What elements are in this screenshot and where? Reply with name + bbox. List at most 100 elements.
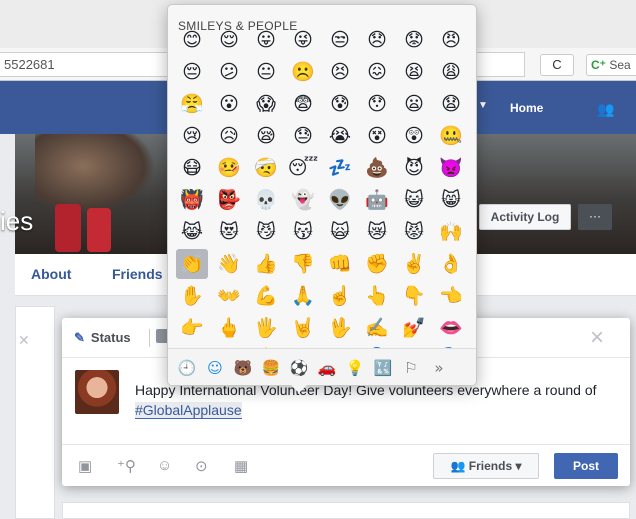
emoji-item[interactable]: 👉 [176,313,208,343]
emoji-item[interactable]: 😵 [361,121,393,151]
feeling-icon[interactable]: ☺ [157,457,172,474]
emoji-item[interactable]: 👻 [287,185,319,215]
location-icon[interactable]: ⊙ [195,457,208,475]
emoji-item[interactable]: 👎 [287,249,319,279]
emoji-item[interactable]: 🖐️ [250,313,282,343]
emoji-item[interactable]: 😿 [361,217,393,247]
animals-icon[interactable]: 🐻 [232,357,254,379]
emoji-item[interactable]: 👺 [213,185,245,215]
emoji-item[interactable]: ✍️ [361,313,393,343]
home-link[interactable]: Home [510,101,543,115]
emoji-item[interactable]: 😫 [398,57,430,87]
emoji-item[interactable]: 😹 [176,217,208,247]
sports-icon[interactable]: ⚽ [288,357,310,379]
emoji-item[interactable]: 💩 [361,153,393,183]
emoji-item[interactable]: 😷 [176,153,208,183]
tag-friends-icon[interactable]: ⁺⚲ [117,457,136,475]
emoji-item[interactable]: 💪 [250,281,282,311]
emoji-item[interactable]: 🤖 [361,185,393,215]
emoji-item[interactable]: 😠 [435,25,467,55]
emoji-item[interactable]: 😽 [287,217,319,247]
emoji-item[interactable]: 😲 [398,121,430,151]
emoji-item[interactable]: 🤒 [213,153,245,183]
emoji-item[interactable]: 😮 [213,89,245,119]
emoji-item[interactable]: 😩 [435,57,467,87]
friend-requests-icon[interactable]: 👥 [597,101,614,118]
emoji-item[interactable]: 😛 [250,25,282,55]
travel-icon[interactable]: 🚗 [316,357,338,379]
emoji-item[interactable]: 🙌 [435,217,467,247]
emoji-item[interactable]: 🤐 [435,121,467,151]
emoji-item[interactable]: 👍 [250,249,282,279]
emoji-item[interactable]: 😧 [435,89,467,119]
tab-about[interactable]: About [31,266,71,282]
emoji-item[interactable]: 😺 [398,185,430,215]
photo-icon[interactable]: ▣ [78,457,92,475]
emoji-item[interactable]: 👹 [176,185,208,215]
emoji-item[interactable]: 😸 [435,185,467,215]
activity-log-button[interactable]: Activity Log [479,204,571,230]
emoji-item[interactable]: 👇 [398,281,430,311]
emoji-item[interactable]: 😭 [324,121,356,151]
composer-close-icon[interactable]: × [590,324,604,352]
search-box[interactable]: C⁺ Sea [586,54,636,76]
emoji-item[interactable]: ✌️ [398,249,430,279]
emoji-item[interactable]: 💅 [398,313,430,343]
recent-icon[interactable]: 🕘 [176,357,198,379]
close-icon[interactable]: ✕ [18,332,30,349]
emoji-item[interactable]: 😓 [287,121,319,151]
emoji-item[interactable]: ☹️ [287,57,319,87]
emoji-item[interactable]: 😜 [287,25,319,55]
hashtag-link[interactable]: #GlobalApplause [135,402,242,419]
objects-icon[interactable]: 💡 [344,357,366,379]
emoji-item[interactable]: 😦 [398,89,430,119]
emoji-item[interactable]: 💀 [250,185,282,215]
emoji-item[interactable]: 👄 [435,313,467,343]
caret-down-icon[interactable]: ▼ [478,100,488,111]
emoji-item[interactable]: 👏 [176,249,208,279]
emoji-item[interactable]: 👽 [324,185,356,215]
emoji-item[interactable]: 😣 [324,57,356,87]
smileys-icon[interactable]: ☺ [204,357,226,379]
more-options-button[interactable]: ··· [578,204,612,230]
emoji-item[interactable]: 🤕 [250,153,282,183]
emoji-item[interactable]: 😯 [361,89,393,119]
emoji-item[interactable]: 😌 [213,25,245,55]
emoji-item[interactable]: 👆 [361,281,393,311]
emoji-item[interactable]: 😕 [213,57,245,87]
emoji-item[interactable]: ☝️ [324,281,356,311]
emoji-item[interactable]: 😨 [287,89,319,119]
emoji-item[interactable]: 😔 [176,57,208,87]
symbols-icon[interactable]: 🔣 [372,357,394,379]
food-icon[interactable]: 🍔 [260,357,282,379]
emoji-item[interactable]: 👌 [435,249,467,279]
more-categories-icon[interactable]: » [428,357,450,379]
emoji-item[interactable]: 😰 [324,89,356,119]
flags-icon[interactable]: ⚐ [400,357,422,379]
emoji-item[interactable]: 😻 [213,217,245,247]
emoji-item[interactable]: 💤 [324,153,356,183]
emoji-item[interactable]: 👐 [213,281,245,311]
emoji-item[interactable]: 🖕 [213,313,245,343]
emoji-item[interactable]: 😪 [250,121,282,151]
emoji-item[interactable]: 😖 [361,57,393,87]
emoji-item[interactable]: 😴 [287,153,319,183]
reload-button[interactable]: C [540,54,574,76]
status-input[interactable]: Happy International Volunteer Day! Give … [135,380,615,420]
emoji-item[interactable]: 😤 [176,89,208,119]
emoji-item[interactable]: 😐 [250,57,282,87]
audience-selector[interactable]: 👥 Friends ▾ [433,453,539,479]
emoji-item[interactable]: 😥 [213,121,245,151]
emoji-item[interactable]: 👋 [213,249,245,279]
tab-status[interactable]: ✎ Status [74,330,131,346]
emoji-item[interactable]: 😼 [250,217,282,247]
emoji-item[interactable]: 😒 [324,25,356,55]
emoji-item[interactable]: 😞 [361,25,393,55]
emoji-item[interactable]: 🙏 [287,281,319,311]
emoji-item[interactable]: 😾 [398,217,430,247]
emoji-item[interactable]: 🖖 [324,313,356,343]
emoji-item[interactable]: 👿 [435,153,467,183]
post-button[interactable]: Post [554,453,618,479]
emoji-item[interactable]: 👈 [435,281,467,311]
emoji-item[interactable]: 🤘 [287,313,319,343]
